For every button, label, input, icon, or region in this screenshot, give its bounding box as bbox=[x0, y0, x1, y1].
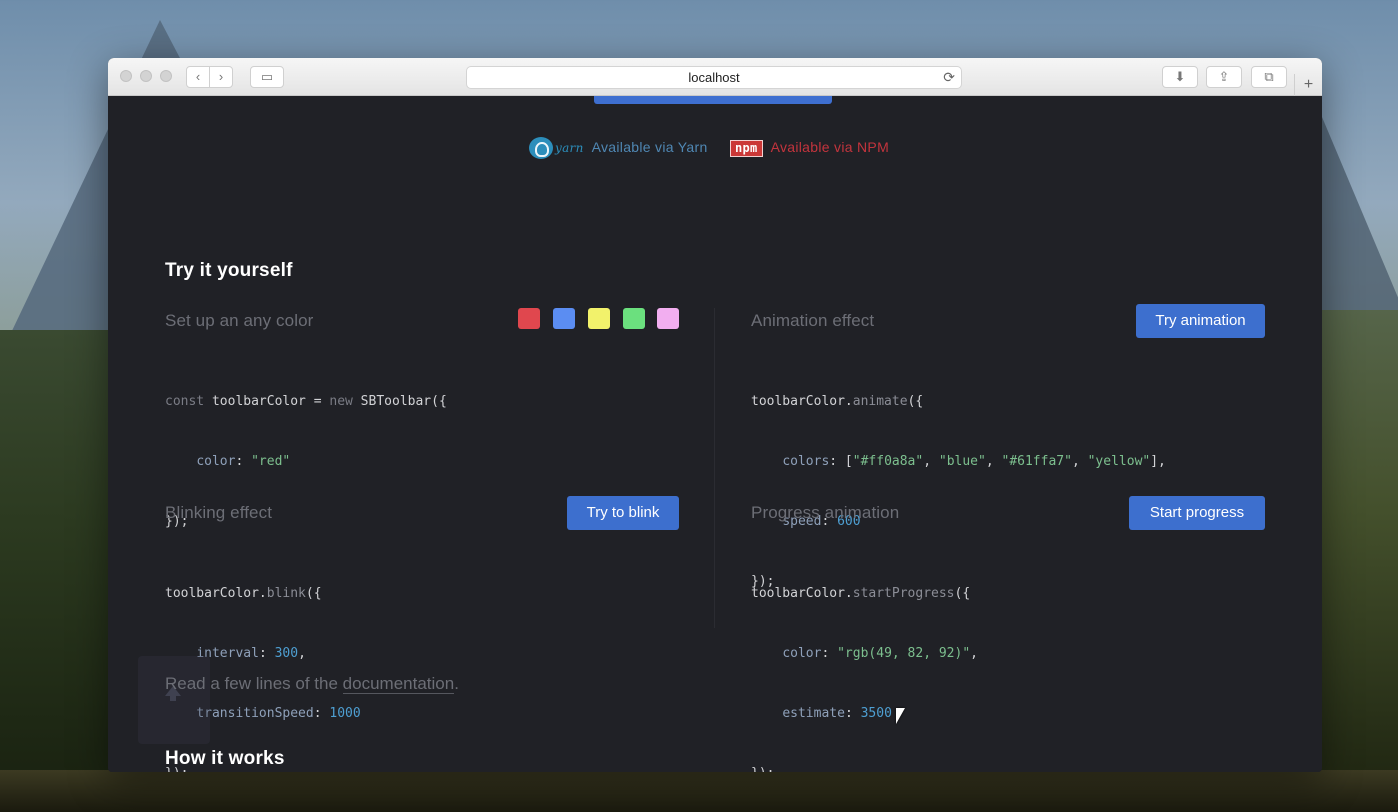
arrow-up-icon-stem bbox=[170, 695, 176, 701]
color-swatch-yellow[interactable] bbox=[588, 308, 610, 329]
npm-link[interactable]: npm Available via NPM bbox=[730, 136, 889, 158]
try-blink-button[interactable]: Try to blink bbox=[567, 496, 679, 530]
color-swatch-pink[interactable] bbox=[657, 308, 679, 329]
page-content: yarn Available via Yarn npm Available via … bbox=[108, 96, 1322, 772]
sidebar-icon: ▭ bbox=[260, 69, 274, 84]
code-line: toolbarColor.startProgress({ bbox=[751, 586, 971, 601]
animation-section-title: Animation effect bbox=[751, 311, 875, 330]
forest-bottom bbox=[0, 770, 1398, 812]
documentation-prefix: Read a few lines of the bbox=[165, 674, 343, 693]
documentation-line: Read a few lines of the documentation. bbox=[165, 674, 459, 694]
blink-section-title: Blinking effect bbox=[165, 503, 273, 522]
color-code-block: const toolbarColor = new SBToolbar({ col… bbox=[165, 352, 447, 572]
share-button[interactable]: ⇪ bbox=[1206, 66, 1242, 88]
plus-icon: + bbox=[1303, 76, 1314, 93]
column-divider bbox=[714, 308, 715, 628]
try-animation-button[interactable]: Try animation bbox=[1136, 304, 1265, 338]
code-line: colors: ["#ff0a8a", "blue", "#61ffa7", "… bbox=[782, 454, 1166, 469]
progress-section-title: Progress animation bbox=[751, 503, 900, 522]
new-tab-button[interactable]: + bbox=[1294, 74, 1322, 96]
color-section-title: Set up an any color bbox=[165, 311, 314, 330]
forward-button[interactable]: › bbox=[209, 66, 233, 88]
npm-label: Available via NPM bbox=[770, 139, 890, 155]
reload-icon[interactable]: ⟳ bbox=[943, 67, 955, 88]
try-section-heading: Try it yourself bbox=[165, 260, 293, 281]
close-window-button[interactable] bbox=[120, 70, 132, 82]
code-line: color: "red" bbox=[196, 454, 291, 469]
share-icon: ⇪ bbox=[1218, 69, 1230, 84]
code-line: toolbarColor.blink({ bbox=[165, 586, 322, 601]
progress-code-block: toolbarColor.startProgress({ color: "rgb… bbox=[751, 544, 978, 772]
documentation-suffix: . bbox=[454, 674, 459, 693]
show-tabs-button[interactable]: ⧉ bbox=[1251, 66, 1287, 88]
back-button[interactable]: ‹ bbox=[186, 66, 210, 88]
code-line: color: "rgb(49, 82, 92)", bbox=[782, 646, 978, 661]
browser-window: ‹ › ▭ localhost ⟳ ⬇ ⇪ ⧉ + yarn Available … bbox=[108, 58, 1322, 772]
how-it-works-heading: How it works bbox=[165, 748, 285, 769]
mouse-cursor-icon bbox=[896, 708, 905, 724]
chevron-right-icon: › bbox=[218, 69, 224, 84]
yarn-link[interactable]: yarn Available via Yarn bbox=[529, 136, 708, 160]
yarn-label: Available via Yarn bbox=[591, 139, 708, 155]
yarn-wordmark: yarn bbox=[555, 141, 584, 156]
color-swatch-red[interactable] bbox=[518, 308, 540, 329]
code-line: }); bbox=[751, 764, 978, 772]
forest-left bbox=[0, 330, 110, 812]
address-text: localhost bbox=[688, 70, 740, 85]
start-progress-button[interactable]: Start progress bbox=[1129, 496, 1265, 530]
code-line: const toolbarColor = new SBToolbar({ bbox=[165, 394, 447, 409]
browser-titlebar: ‹ › ▭ localhost ⟳ ⬇ ⇪ ⧉ + bbox=[108, 58, 1322, 96]
npm-logo-icon: npm bbox=[730, 139, 763, 157]
chevron-left-icon: ‹ bbox=[195, 69, 201, 84]
sidebar-toggle-button[interactable]: ▭ bbox=[250, 66, 284, 88]
zoom-window-button[interactable] bbox=[160, 70, 172, 82]
code-line: toolbarColor.animate({ bbox=[751, 394, 924, 409]
forest-right bbox=[1322, 310, 1398, 812]
yarn-logo-icon bbox=[529, 137, 553, 160]
color-swatch-blue[interactable] bbox=[553, 308, 575, 329]
code-line: estimate: 3500 bbox=[782, 706, 892, 721]
download-icon: ⬇ bbox=[1174, 69, 1186, 84]
address-bar[interactable]: localhost ⟳ bbox=[466, 66, 962, 89]
color-swatch-green[interactable] bbox=[623, 308, 645, 329]
header-button-edge[interactable] bbox=[594, 96, 832, 104]
tabs-icon: ⧉ bbox=[1264, 69, 1274, 84]
downloads-button[interactable]: ⬇ bbox=[1162, 66, 1198, 88]
documentation-link[interactable]: documentation bbox=[342, 674, 455, 694]
minimize-window-button[interactable] bbox=[140, 70, 152, 82]
